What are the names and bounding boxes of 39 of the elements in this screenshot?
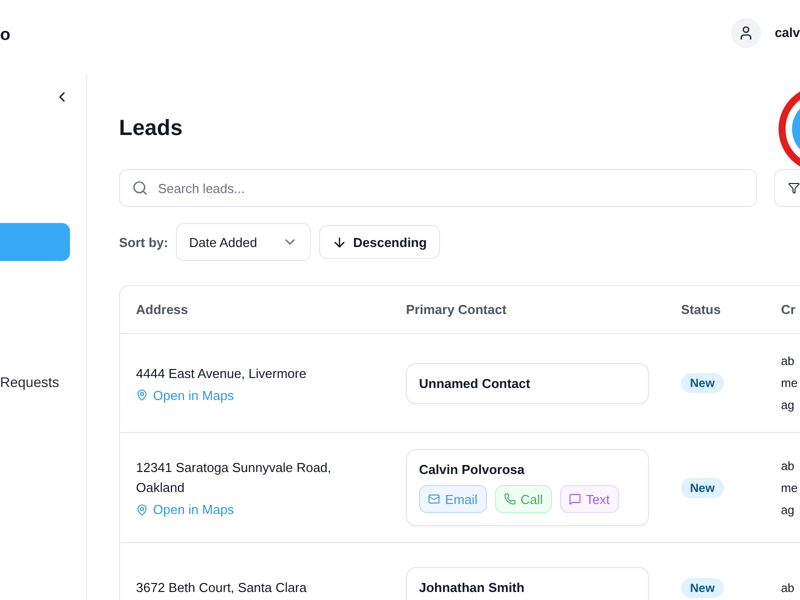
open-in-maps-link[interactable]: Open in Maps [136, 388, 234, 402]
filter-button[interactable] [774, 169, 800, 207]
column-header: Primary Contact [406, 302, 506, 317]
table-cell-text: ab [781, 580, 794, 596]
contact-name: Johnathan Smith [419, 580, 526, 595]
map-pin-icon [136, 504, 148, 516]
nav-item[interactable]: Requests [0, 363, 70, 401]
text-button[interactable]: Text [560, 485, 619, 513]
search-field[interactable]: Search leads... [119, 169, 757, 207]
contact-name: Calvin Polvorosa [419, 462, 526, 477]
open-in-maps-link[interactable]: Open in Maps [136, 502, 234, 517]
user-name[interactable]: calv [774, 25, 800, 40]
user-avatar-icon[interactable] [730, 18, 761, 48]
call-button[interactable]: Call [494, 485, 552, 513]
column-header: Cr [781, 302, 796, 317]
email-button[interactable]: Email [419, 485, 487, 513]
arrow-down-icon [332, 234, 348, 250]
table-cell-text: ab me ag [781, 458, 798, 518]
search-icon [132, 180, 148, 196]
column-header: Status [681, 302, 721, 317]
filter-icon [788, 181, 800, 195]
address-text: 3672 Beth Court, Santa Clara [136, 578, 308, 596]
column-header: Address [136, 302, 188, 317]
contact-name: Unnamed Contact [419, 376, 532, 390]
sort-direction-button[interactable]: Descending [319, 225, 440, 259]
status-badge: New [681, 578, 724, 598]
envelope-icon [428, 493, 440, 505]
status-badge: New [681, 478, 724, 498]
sort-label: Sort by: [119, 234, 168, 250]
address-text: 12341 Saratoga Sunnyvale Road, Oakland [136, 459, 332, 497]
logo: o [0, 25, 10, 45]
status-badge: New [681, 373, 724, 393]
address-text: 4444 East Avenue, Livermore [136, 364, 308, 382]
sort-select[interactable]: Date Added [176, 223, 312, 261]
page-title: Leads [119, 114, 184, 142]
table-cell-text: ab me ag [781, 353, 798, 414]
phone-icon [504, 493, 516, 505]
map-pin-icon [136, 389, 148, 401]
chat-bubble-icon [568, 493, 581, 505]
